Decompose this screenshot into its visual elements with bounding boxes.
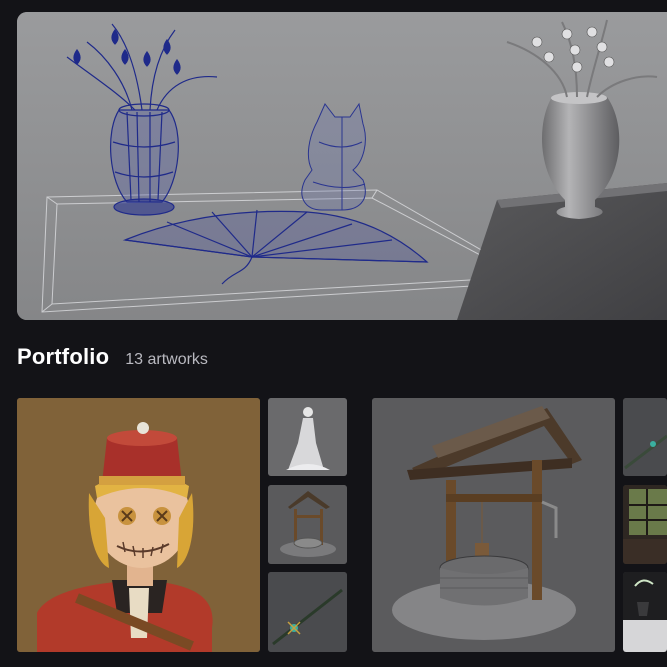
artwork-thumbnail-spear-detail[interactable] xyxy=(623,398,667,476)
artwork-thumbnail-spear[interactable] xyxy=(268,572,347,652)
vase-scene-image xyxy=(623,572,667,652)
artwork-thumbnail-japanese-room[interactable] xyxy=(623,485,667,564)
artwork-thumbnail-small-well[interactable] xyxy=(268,485,347,564)
portfolio-heading: Portfolio 13 artworks xyxy=(17,344,208,374)
white-figure-image xyxy=(268,398,347,476)
artwork-thumbnail-toy-soldier[interactable] xyxy=(17,398,260,652)
hero-banner-image[interactable] xyxy=(17,12,667,320)
small-well-image xyxy=(268,485,347,564)
artwork-count: 13 artworks xyxy=(125,351,208,368)
toy-soldier-image xyxy=(17,398,260,652)
spear-detail-image xyxy=(623,398,667,476)
portfolio-title: Portfolio xyxy=(17,344,110,369)
spear-image xyxy=(268,572,347,652)
artwork-thumbnail-vase-scene[interactable] xyxy=(623,572,667,652)
hero-scene-illustration xyxy=(17,12,667,320)
wishing-well-image xyxy=(372,398,615,652)
artwork-thumbnail-wishing-well[interactable] xyxy=(372,398,615,652)
artwork-thumbnail-white-figure[interactable] xyxy=(268,398,347,476)
japanese-room-image xyxy=(623,485,667,564)
